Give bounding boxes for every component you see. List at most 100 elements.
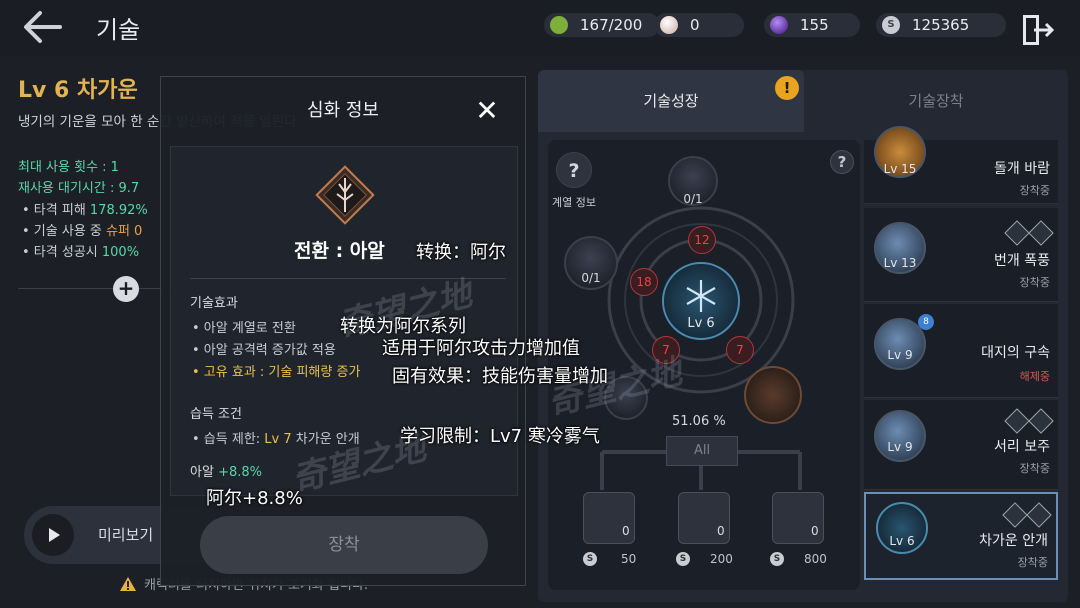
skill-level: Lv 6: [889, 534, 915, 548]
skill-card-earth-bind[interactable]: Lv 9 8 대지의 구속 해제중: [864, 304, 1058, 398]
skill-status: 장착중: [1019, 462, 1050, 475]
silver-coin-icon: S: [882, 16, 900, 34]
alert-badge: !: [775, 76, 799, 100]
tree-node-bottom-right[interactable]: [744, 366, 802, 424]
bonus-label: 아알: [190, 465, 219, 480]
skill-card-frost-orb[interactable]: Lv 9 서리 보주 장착중: [864, 400, 1058, 490]
rune-pair: [1004, 408, 1054, 434]
preview-label: 미리보기: [98, 526, 154, 544]
rune-icon: [1002, 502, 1028, 528]
tab-skill-growth[interactable]: 기술성장: [538, 70, 804, 132]
skill-name: 서리 보주: [994, 439, 1050, 455]
exit-icon[interactable]: [1020, 12, 1056, 48]
equip-button[interactable]: 장착: [200, 516, 488, 574]
warning-icon: [120, 576, 136, 591]
rune-icon: [1004, 220, 1030, 246]
rune-icon: [1028, 220, 1054, 246]
skill-status: 해제중: [1019, 370, 1050, 383]
hit-value: 100%: [101, 245, 140, 260]
skill-level: Lv 15: [883, 162, 917, 176]
skill-name: 차가운 안개: [979, 533, 1048, 549]
tree-node-left-count: 0/1: [581, 271, 601, 285]
acquire-heading: 습득 조건: [190, 407, 242, 422]
effect-heading: 기술효과: [190, 296, 238, 311]
overlay-translation-6: 阿尔+8.8%: [206, 488, 303, 509]
skill-status: 장착중: [1019, 276, 1050, 289]
all-button[interactable]: All: [666, 436, 738, 466]
rune-pair: [1004, 220, 1054, 246]
skill-level: Lv 9: [887, 440, 913, 454]
skill-level: Lv 13: [883, 256, 917, 270]
skill-name: 번개 폭풍: [994, 253, 1050, 269]
usage-label: • 기술 사용 중: [22, 224, 106, 239]
cost-dot-left: 18: [630, 268, 658, 296]
overlay-translation-4: 固有效果：技能伤害量增加: [392, 366, 608, 387]
book-cost-1: S 50: [583, 552, 636, 566]
overlay-translation-5: 学习限制：Lv7 寒冷雾气: [400, 426, 600, 447]
skill-name: Lv 6 차가운: [18, 78, 138, 103]
skill-name: 돌개 바람: [994, 161, 1050, 177]
rune-icon: [1026, 502, 1052, 528]
tree-node-top-count: 0/1: [683, 192, 703, 206]
silver-coin-icon: S: [583, 552, 597, 566]
play-icon[interactable]: [32, 514, 74, 556]
hit-line: • 타격 성공시 100%: [22, 241, 139, 260]
cooldown: 재사용 대기시간 : 9.7: [18, 181, 140, 196]
skill-status: 장착중: [1017, 556, 1048, 569]
silver-counter: S 125365: [876, 13, 1006, 37]
stamina-counter: 167/200: [544, 13, 660, 37]
stamina-value: 167/200: [580, 16, 643, 34]
book-cost-3-value: 800: [804, 552, 827, 566]
silver-coin-icon: S: [770, 552, 784, 566]
series-info-button[interactable]: ?: [556, 152, 592, 188]
overlay-translation-3: 适用于阿尔攻击力增加值: [382, 338, 580, 359]
transform-title: 전환 : 아알: [294, 240, 385, 262]
skill-status: 장착중: [1019, 184, 1050, 197]
purple-orb-icon: [770, 16, 788, 34]
cost-dot-bottom-right: 7: [726, 336, 754, 364]
skill-name: 대지의 구속: [981, 345, 1050, 361]
effect-3: • 고유 효과 : 기술 피해량 증가: [192, 365, 361, 380]
help-button[interactable]: ?: [830, 150, 854, 174]
close-icon[interactable]: ✕: [470, 94, 504, 128]
damage-line: • 타격 피해 178.92%: [22, 199, 148, 218]
cost-dot-top: 12: [688, 226, 716, 254]
silver-value: 125365: [912, 16, 970, 34]
rune-pair: [1002, 502, 1052, 528]
transform-emblem-icon: [315, 165, 375, 225]
skill-badge: 8: [918, 314, 934, 330]
damage-value: 178.92%: [89, 203, 148, 218]
progress-percent: 51.06 %: [672, 414, 726, 429]
pearl-value: 0: [690, 16, 700, 34]
purple-orb-counter: 155: [764, 13, 860, 37]
bonus-line: 아알 +8.8%: [190, 461, 262, 480]
skill-card-cold-mist[interactable]: Lv 6 차가운 안개 장착중: [864, 492, 1058, 580]
skill-card-lightning-storm[interactable]: Lv 13 번개 폭풍 장착중: [864, 208, 1058, 302]
series-info-label: 계열 정보: [552, 196, 596, 209]
center-node-level: Lv 6: [687, 316, 715, 331]
stamina-icon: [550, 16, 568, 34]
acquire-label: • 습득 제한:: [192, 432, 265, 447]
silver-coin-icon: S: [676, 552, 690, 566]
tab-skill-equip[interactable]: 기술장착: [804, 70, 1068, 132]
rune-icon: [1004, 408, 1030, 434]
book-count-3: 0: [811, 524, 819, 538]
book-cost-2-value: 200: [710, 552, 733, 566]
max-uses: 최대 사용 횟수 : 1: [18, 160, 119, 175]
page-title: 기술: [96, 16, 141, 44]
usage-value: 슈퍼 0: [106, 224, 143, 239]
add-button[interactable]: +: [113, 276, 139, 302]
effect-1: • 아알 계열로 전환: [192, 321, 296, 336]
overlay-translation-1: 转换：阿尔: [416, 242, 506, 263]
book-cost-2: S 200: [676, 552, 733, 566]
bonus-value: +8.8%: [218, 465, 262, 480]
skill-card-gust[interactable]: Lv 15 돌개 바람 장착중: [864, 126, 1058, 204]
book-count-1: 0: [622, 524, 630, 538]
back-arrow-icon[interactable]: [20, 8, 64, 46]
rune-icon: [1028, 408, 1054, 434]
pearl-icon: [660, 16, 678, 34]
effect-2: • 아알 공격력 증가값 적용: [192, 343, 336, 358]
hit-label: • 타격 성공시: [22, 245, 102, 260]
skill-level: Lv 9: [887, 348, 913, 362]
purple-orb-value: 155: [800, 16, 829, 34]
